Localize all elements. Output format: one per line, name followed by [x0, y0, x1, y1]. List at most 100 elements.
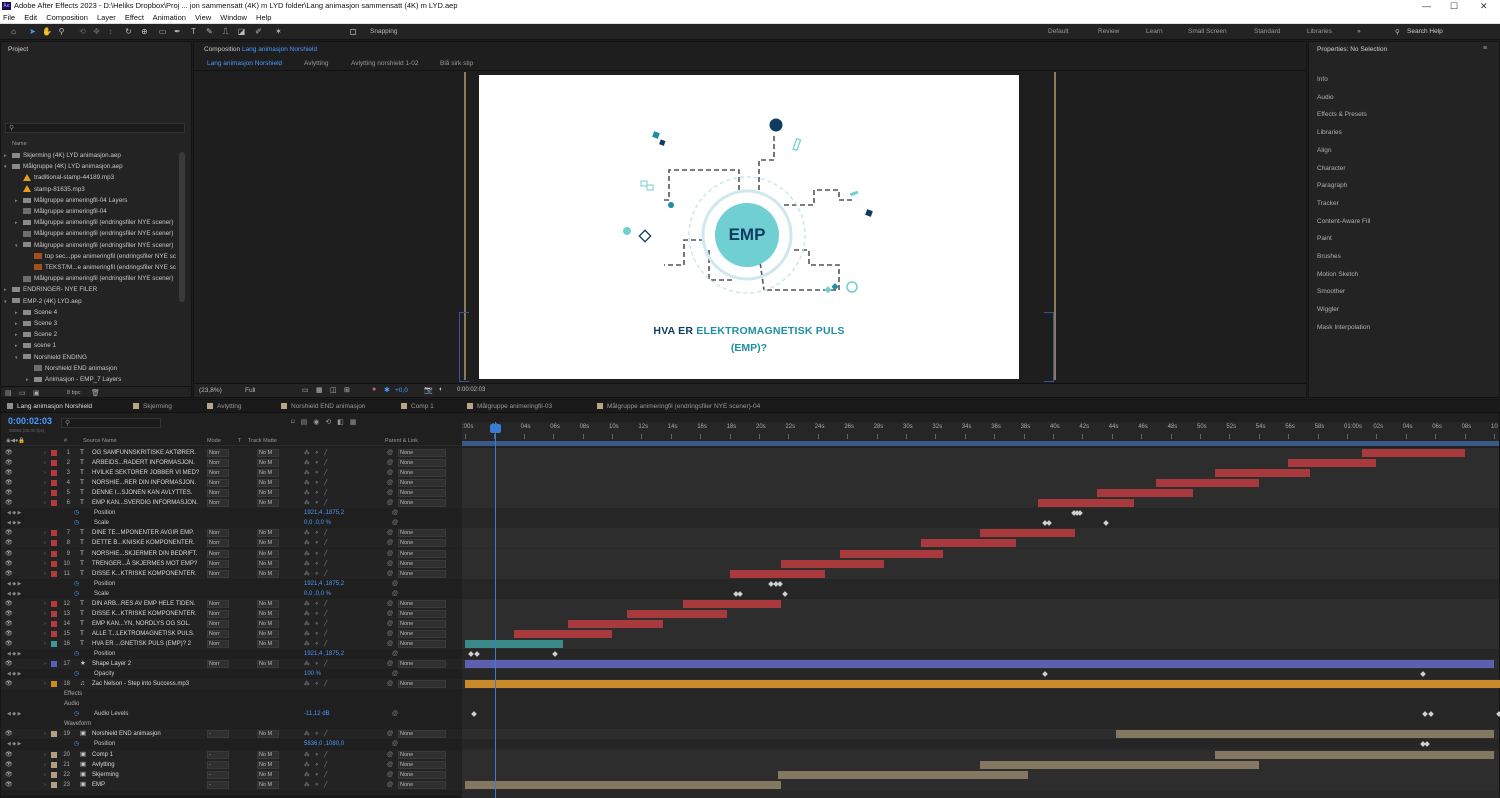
keyframe[interactable]: [1103, 520, 1110, 527]
keyframe[interactable]: [1496, 711, 1500, 718]
project-item[interactable]: Målgruppe animeringfil-04: [15, 206, 107, 217]
menu-edit[interactable]: Edit: [24, 13, 37, 22]
timeline-track[interactable]: [462, 759, 1499, 770]
puppet-tool-icon[interactable]: ✶: [274, 27, 283, 36]
project-item[interactable]: ▸ scene 1: [15, 340, 56, 351]
visibility-eye-icon[interactable]: 👁: [5, 659, 13, 669]
keyframe[interactable]: [1424, 741, 1430, 748]
parent-dropdown[interactable]: None: [398, 639, 446, 648]
track-matte-dropdown[interactable]: No M: [257, 569, 279, 578]
search-icon[interactable]: ⚲: [1395, 28, 1400, 36]
layer-row[interactable]: 👁 › 20 ▣ Comp 1 - No M ⁂ ⋄ ╱ @ None: [1, 749, 461, 760]
layer-name[interactable]: DIN ARB...RES AV EMP HELE TIDEN.: [92, 599, 195, 609]
blend-mode-dropdown[interactable]: Norr: [207, 660, 229, 669]
parent-pickwhip-icon[interactable]: @: [387, 458, 393, 468]
timeline-track[interactable]: [462, 488, 1499, 499]
workspace-libraries[interactable]: Libraries: [1307, 28, 1332, 35]
layer-duration-bar[interactable]: [1116, 730, 1494, 739]
parent-pickwhip-icon[interactable]: @: [387, 609, 393, 619]
timeline-track[interactable]: [462, 638, 1499, 649]
visibility-eye-icon[interactable]: 👁: [5, 488, 13, 498]
project-item[interactable]: ▸ Målgruppe animeringfil (endringsfiler N…: [15, 217, 173, 228]
stopwatch-icon[interactable]: ◷: [74, 518, 79, 528]
timeline-track[interactable]: [462, 508, 1499, 519]
parent-dropdown[interactable]: None: [398, 660, 446, 669]
timeline-track[interactable]: [462, 669, 1499, 680]
keyframe-navigator[interactable]: ◀ ◆ ▶: [7, 589, 21, 599]
expand-twirl-icon[interactable]: ›: [44, 528, 46, 538]
stopwatch-icon[interactable]: ◷: [74, 649, 79, 659]
timeline-tab[interactable]: Comp 1: [401, 400, 434, 413]
visibility-eye-icon[interactable]: 👁: [5, 639, 13, 649]
timeline-track[interactable]: [462, 628, 1499, 639]
menu-file[interactable]: File: [3, 13, 15, 22]
expand-twirl-icon[interactable]: ›: [44, 498, 46, 508]
parent-pickwhip-icon[interactable]: @: [387, 488, 393, 498]
layer-row[interactable]: 👁 › 10 T TRENGER...Å SKJERMES MOT EMP? Norr No…: [1, 558, 461, 569]
blend-mode-dropdown[interactable]: Norr: [207, 619, 229, 628]
project-item[interactable]: ▸ Skjerming (4K) LYD animasjon.aep: [4, 150, 121, 161]
properties-item-motion-sketch[interactable]: Motion Sketch: [1317, 271, 1358, 278]
rectangle-tool-icon[interactable]: ▭: [158, 27, 167, 36]
expand-twirl-icon[interactable]: ›: [44, 538, 46, 548]
transparency-grid-icon[interactable]: ▦: [316, 386, 323, 394]
stopwatch-icon[interactable]: ◷: [74, 709, 79, 719]
track-matte-column[interactable]: Track Matte: [248, 436, 277, 446]
visibility-eye-icon[interactable]: 👁: [5, 468, 13, 478]
parent-pickwhip-icon[interactable]: @: [387, 729, 393, 739]
type-tool-icon[interactable]: T: [189, 27, 198, 36]
timeline-track[interactable]: [462, 709, 1500, 720]
visibility-eye-icon[interactable]: 👁: [5, 679, 13, 689]
layer-switches[interactable]: ⁂ ⋄ ╱: [304, 488, 329, 498]
track-matte-dropdown[interactable]: No M: [257, 529, 279, 538]
orbit-tool-icon[interactable]: ⟲: [78, 27, 87, 36]
properties-item-smoother[interactable]: Smoother: [1317, 288, 1345, 295]
parent-dropdown[interactable]: None: [398, 629, 446, 638]
parent-dropdown[interactable]: None: [398, 539, 446, 548]
properties-item-wiggler[interactable]: Wiggler: [1317, 306, 1339, 313]
mode-column[interactable]: Mode: [207, 436, 221, 446]
parent-dropdown[interactable]: None: [398, 559, 446, 568]
parent-dropdown[interactable]: None: [398, 750, 446, 759]
track-matte-dropdown[interactable]: No M: [257, 489, 279, 498]
layer-row[interactable]: 👁 › 9 T NORSHIE...SKJERMER DIN BEDRIFT. Norr N…: [1, 548, 461, 559]
timeline-track[interactable]: [462, 618, 1499, 629]
property-row[interactable]: Audio: [1, 699, 461, 710]
property-value[interactable]: 0,0 ,0,0 %: [304, 518, 331, 528]
timeline-track[interactable]: [462, 588, 1499, 599]
expand-twirl-icon[interactable]: ›: [44, 599, 46, 609]
timeline-track[interactable]: [462, 689, 1499, 700]
layer-row[interactable]: 👁 › 2 T ARBEIDS...RADERT INFORMASJON. Norr No …: [1, 458, 461, 469]
timeline-switch-icons[interactable]: ⌑▤◉⟲◧▦: [291, 418, 451, 428]
layer-switches[interactable]: ⁂ ⋄ ╱: [304, 458, 329, 468]
tree-twirl-icon[interactable]: ▾: [4, 162, 12, 173]
layer-switches[interactable]: ⁂ ⋄ ╱: [304, 478, 329, 488]
zoom-dropdown[interactable]: (23,8%): [199, 387, 222, 394]
layer-name[interactable]: HVA ER ...GNETISK PULS (EMP)? 2: [92, 639, 191, 649]
project-name-column[interactable]: Name: [12, 141, 27, 147]
properties-item-brushes[interactable]: Brushes: [1317, 253, 1341, 260]
project-item[interactable]: Norshield END animasjon: [26, 363, 117, 374]
keyframe-navigator[interactable]: ◀ ◆ ▶: [7, 649, 21, 659]
layer-duration-bar[interactable]: [920, 539, 1017, 548]
timeline-track[interactable]: [462, 468, 1499, 479]
layer-name[interactable]: Shape Layer 2: [92, 659, 131, 669]
zoom-tool-icon[interactable]: ⚲: [57, 27, 66, 36]
blend-mode-dropdown[interactable]: Norr: [207, 549, 229, 558]
timeline-tab[interactable]: Avlytting: [207, 400, 241, 413]
t-column[interactable]: T: [238, 436, 241, 446]
parent-pickwhip-icon[interactable]: @: [387, 498, 393, 508]
keyframe[interactable]: [1422, 711, 1429, 718]
timeline-track[interactable]: [462, 699, 1499, 710]
dolly-tool-icon[interactable]: ↕: [106, 27, 115, 36]
visibility-eye-icon[interactable]: 👁: [5, 599, 13, 609]
expression-pickwhip-icon[interactable]: @: [392, 589, 398, 599]
workspace-default[interactable]: Default: [1048, 28, 1069, 35]
track-matte-dropdown[interactable]: No M: [257, 770, 279, 779]
track-matte-dropdown[interactable]: No M: [257, 730, 279, 739]
parent-dropdown[interactable]: None: [398, 770, 446, 779]
tree-twirl-icon[interactable]: ▾: [15, 353, 23, 364]
layer-row[interactable]: 👁 › 21 ▣ Avlytting - No M ⁂ ⋄ ╱ @ None: [1, 759, 461, 770]
track-matte-dropdown[interactable]: No M: [257, 780, 279, 789]
properties-item-tracker[interactable]: Tracker: [1317, 200, 1339, 207]
